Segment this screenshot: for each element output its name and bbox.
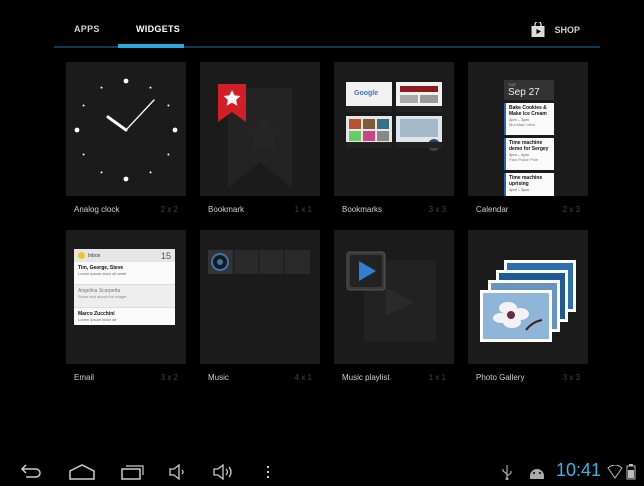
- home-icon[interactable]: [68, 464, 96, 480]
- widget-name: Bookmarks: [342, 205, 383, 214]
- widget-size: 2 x 3: [562, 205, 580, 214]
- calendar-event: Time machine uprising 4pm – 5pm: [504, 173, 554, 196]
- tab-widgets[interactable]: WIDGETS: [136, 24, 180, 34]
- widget-size: 1 x 1: [294, 205, 312, 214]
- email-account: Inbox: [88, 252, 101, 259]
- widget-music[interactable]: Music 4 x 1: [200, 230, 320, 382]
- photo-stack-icon: [480, 260, 576, 342]
- widget-calendar[interactable]: TUE Sep 27 Bake Cookies & Make Ice Cream…: [468, 62, 588, 214]
- menu-overflow-icon[interactable]: [264, 464, 272, 480]
- widget-name: Music playlist: [342, 373, 390, 382]
- widget-bookmark[interactable]: Bookmark 1 x 1: [200, 62, 320, 214]
- widget-preview: [200, 62, 320, 196]
- widget-size: 1 x 1: [428, 373, 446, 382]
- calendar-event: Time machine demo for Sergey 3pm – 4pm P…: [504, 138, 554, 170]
- account-icon: [78, 252, 85, 259]
- music-playlist-icon: [346, 251, 436, 342]
- system-navigation-bar: 10:41: [0, 458, 644, 486]
- svg-text:Google: Google: [354, 90, 378, 97]
- recent-apps-icon[interactable]: [120, 464, 144, 480]
- wifi-icon: [607, 465, 623, 479]
- widget-tab-bar: APPS WIDGETS SHOP: [54, 0, 600, 48]
- calendar-date: Sep 27: [508, 87, 540, 98]
- event-title: Bake Cookies & Make Ice Cream: [509, 105, 547, 117]
- volume-down-icon[interactable]: [168, 464, 188, 480]
- status-clock: 10:41: [556, 460, 602, 480]
- bookmark-ribbon-icon: [218, 84, 292, 188]
- event-place: Palo Police Pole: [509, 157, 539, 162]
- analog-clock-icon: [74, 78, 178, 182]
- widget-name: Music: [208, 373, 229, 382]
- calendar-event: Bake Cookies & Make Ice Cream 2pm – 3pm …: [504, 103, 554, 135]
- widget-name: Email: [74, 373, 95, 382]
- email-item: Marco Zucchini Lorem ipsum dolor sit: [74, 308, 175, 325]
- event-time: 4pm – 5pm: [509, 187, 530, 192]
- widget-preview: [468, 230, 588, 364]
- widget-email[interactable]: Inbox 15 Tim, George, Steve Lorem ipsum …: [66, 230, 186, 382]
- widget-size: 3 x 3: [562, 373, 580, 382]
- usb-icon: [502, 465, 512, 480]
- email-subject: Some text about the widget: [78, 294, 127, 299]
- shop-button[interactable]: SHOP: [530, 22, 580, 38]
- back-icon[interactable]: [18, 464, 42, 480]
- shop-label: SHOP: [554, 25, 580, 35]
- event-place: Mountain View: [509, 122, 536, 127]
- widget-preview: [66, 62, 186, 196]
- tab-selected-indicator: [118, 44, 184, 48]
- email-subject: Lorem ipsum dolor sit amet: [78, 271, 127, 276]
- widget-size: 3 x 2: [160, 373, 178, 382]
- widget-music-playlist[interactable]: Music playlist 1 x 1: [334, 230, 454, 382]
- widget-name: Bookmark: [208, 205, 245, 214]
- widget-bookmarks[interactable]: Google Bookmarks 3 x 3: [334, 62, 454, 214]
- email-header: Inbox 15: [74, 249, 175, 262]
- widget-name: Photo Gallery: [476, 373, 525, 382]
- widget-preview: TUE Sep 27 Bake Cookies & Make Ice Cream…: [468, 62, 588, 196]
- email-item: Tim, George, Steve Lorem ipsum dolor sit…: [74, 262, 175, 285]
- widget-size: 3 x 3: [428, 205, 446, 214]
- email-count: 15: [160, 250, 171, 261]
- email-subject: Lorem ipsum dolor sit: [78, 317, 117, 322]
- email-item: Angelina Scarpetta Some text about the w…: [74, 285, 175, 308]
- widget-analog-clock[interactable]: Analog clock 2 x 2: [66, 62, 186, 214]
- battery-icon: [626, 464, 636, 480]
- shopping-bag-icon: [531, 22, 545, 37]
- widget-name: Calendar: [476, 205, 509, 214]
- music-widget-icon: [208, 250, 310, 274]
- widget-preview: Google: [334, 62, 454, 196]
- widget-photo-gallery[interactable]: Photo Gallery 3 x 3: [468, 230, 588, 382]
- widget-preview: [200, 230, 320, 364]
- widget-name: Analog clock: [74, 205, 120, 214]
- bookmarks-thumbnails-icon: Google: [346, 82, 442, 151]
- widget-size: 4 x 1: [294, 373, 312, 382]
- volume-up-icon[interactable]: [212, 464, 236, 480]
- widget-preview: [334, 230, 454, 364]
- event-title: Time machine uprising: [509, 175, 543, 187]
- event-title: Time machine demo for Sergey: [509, 140, 549, 152]
- widget-preview: Inbox 15 Tim, George, Steve Lorem ipsum …: [66, 230, 186, 364]
- calendar-preview: TUE Sep 27 Bake Cookies & Make Ice Cream…: [504, 80, 554, 196]
- widget-size: 2 x 2: [160, 205, 178, 214]
- tab-apps[interactable]: APPS: [74, 24, 100, 34]
- email-preview: Inbox 15 Tim, George, Steve Lorem ipsum …: [74, 249, 175, 325]
- android-debug-icon: [530, 469, 544, 479]
